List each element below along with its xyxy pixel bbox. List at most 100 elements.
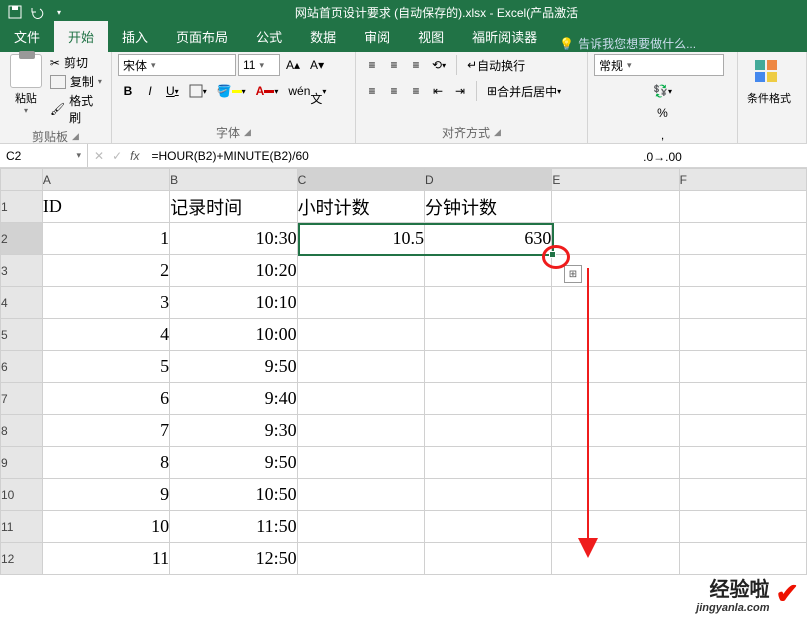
col-header-c[interactable]: C [297,169,424,191]
cell-b3[interactable]: 10:20 [170,255,297,287]
row-header-6[interactable]: 6 [1,351,43,383]
cell-d2[interactable]: 630 [425,223,552,255]
underline-button[interactable]: U▾ [162,80,183,102]
increase-indent-button[interactable]: ⇥ [450,80,470,102]
align-right-button[interactable]: ≡ [406,80,426,102]
cell-b7[interactable]: 9:40 [170,383,297,415]
col-header-b[interactable]: B [170,169,297,191]
cell-c1[interactable]: 小时计数 [297,191,424,223]
cell-b12[interactable]: 12:50 [170,543,297,575]
cell-d6[interactable] [425,351,552,383]
cell-a11[interactable]: 10 [42,511,169,543]
phonetic-button[interactable]: wén文▾ [284,80,330,102]
cell-e12[interactable] [552,543,679,575]
accept-formula-icon[interactable]: ✓ [112,149,122,163]
font-name-combo[interactable]: 宋体▾ [118,54,236,76]
row-header-12[interactable]: 12 [1,543,43,575]
cell-e1[interactable] [552,191,679,223]
cell-b1[interactable]: 记录时间 [170,191,297,223]
col-header-f[interactable]: F [679,169,806,191]
row-header-5[interactable]: 5 [1,319,43,351]
tab-home[interactable]: 开始 [54,21,108,52]
cell-d7[interactable] [425,383,552,415]
align-left-button[interactable]: ≡ [362,80,382,102]
cell-a3[interactable]: 2 [42,255,169,287]
decrease-indent-button[interactable]: ⇤ [428,80,448,102]
cell-b4[interactable]: 10:10 [170,287,297,319]
font-dialog-launcher[interactable]: ◢ [244,127,251,138]
cell-d5[interactable] [425,319,552,351]
cell-a4[interactable]: 3 [42,287,169,319]
cell-a5[interactable]: 4 [42,319,169,351]
merge-center-button[interactable]: ⊞合并后居中▾ [483,80,565,102]
cell-c6[interactable] [297,351,424,383]
cell-b10[interactable]: 10:50 [170,479,297,511]
formula-input[interactable]: =HOUR(B2)+MINUTE(B2)/60 [145,149,807,163]
cell-f2[interactable] [679,223,806,255]
cell-f10[interactable] [679,479,806,511]
increase-font-button[interactable]: A▴ [282,54,304,76]
clipboard-dialog-launcher[interactable]: ◢ [72,131,79,142]
cell-a8[interactable]: 7 [42,415,169,447]
cell-a2[interactable]: 1 [42,223,169,255]
cell-a12[interactable]: 11 [42,543,169,575]
row-header-2[interactable]: 2 [1,223,43,255]
cell-e7[interactable] [552,383,679,415]
undo-icon[interactable] [26,1,48,23]
decrease-font-button[interactable]: A▾ [306,54,328,76]
fx-icon[interactable]: fx [130,149,139,163]
orientation-button[interactable]: ⟲▾ [428,54,450,76]
comma-button[interactable]: , [594,124,731,146]
tab-file[interactable]: 文件 [0,21,54,52]
row-header-4[interactable]: 4 [1,287,43,319]
cell-d8[interactable] [425,415,552,447]
cell-a10[interactable]: 9 [42,479,169,511]
cell-d10[interactable] [425,479,552,511]
cell-e11[interactable] [552,511,679,543]
paste-button[interactable]: 粘贴 ▾ [6,54,46,126]
cell-e10[interactable] [552,479,679,511]
conditional-format-button[interactable]: 条件格式 [744,58,794,106]
align-bottom-button[interactable]: ≡ [406,54,426,76]
cell-e9[interactable] [552,447,679,479]
cell-f1[interactable] [679,191,806,223]
align-middle-button[interactable]: ≡ [384,54,404,76]
format-painter-button[interactable]: 🖌格式刷 [50,92,105,126]
select-all-corner[interactable] [1,169,43,191]
row-header-3[interactable]: 3 [1,255,43,287]
autofill-options-button[interactable]: ⊞ [564,265,582,283]
cell-a7[interactable]: 6 [42,383,169,415]
cell-f6[interactable] [679,351,806,383]
cell-e5[interactable] [552,319,679,351]
row-header-1[interactable]: 1 [1,191,43,223]
tab-data[interactable]: 数据 [296,21,350,52]
cell-f7[interactable] [679,383,806,415]
cell-d11[interactable] [425,511,552,543]
row-header-7[interactable]: 7 [1,383,43,415]
copy-button[interactable]: 复制▾ [50,73,105,90]
cell-c7[interactable] [297,383,424,415]
grid[interactable]: A B C D E F 1 ID 记录时间 小时计数 分钟计数 2 1 10:3… [0,168,807,575]
cell-b9[interactable]: 9:50 [170,447,297,479]
cell-f8[interactable] [679,415,806,447]
cell-c4[interactable] [297,287,424,319]
row-header-11[interactable]: 11 [1,511,43,543]
cell-c5[interactable] [297,319,424,351]
number-format-combo[interactable]: 常规▾ [594,54,724,76]
fill-handle[interactable] [549,251,556,258]
align-center-button[interactable]: ≡ [384,80,404,102]
cell-f9[interactable] [679,447,806,479]
redo-dropdown-icon[interactable]: ▾ [48,1,70,23]
cell-b5[interactable]: 10:00 [170,319,297,351]
cell-e2[interactable] [552,223,679,255]
cell-f5[interactable] [679,319,806,351]
cell-c12[interactable] [297,543,424,575]
name-box[interactable]: C2 ▾ [0,144,88,167]
italic-button[interactable]: I [140,80,160,102]
col-header-e[interactable]: E [552,169,679,191]
cell-c10[interactable] [297,479,424,511]
cell-d4[interactable] [425,287,552,319]
percent-button[interactable]: % [594,102,731,124]
font-color-button[interactable]: A▾ [252,80,283,102]
cell-a6[interactable]: 5 [42,351,169,383]
